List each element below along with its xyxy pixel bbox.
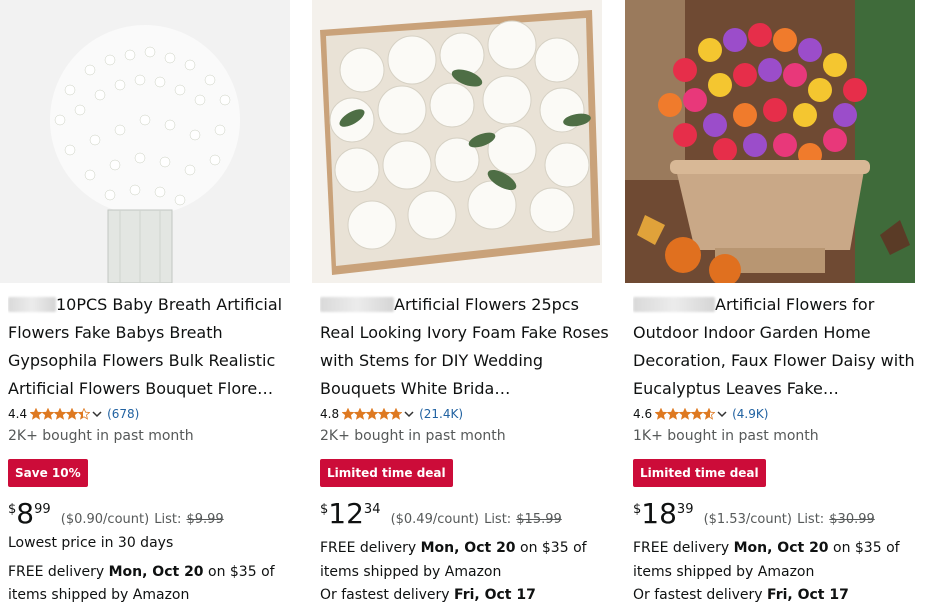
list-price: $9.99 bbox=[186, 512, 224, 527]
star-icon bbox=[691, 408, 704, 420]
price-fraction: 99 bbox=[34, 502, 51, 517]
star-icon bbox=[390, 408, 403, 420]
lowest-price-note: Lowest price in 30 days bbox=[8, 535, 174, 551]
list-label: List: bbox=[484, 512, 512, 527]
deal-badge: Limited time deal bbox=[320, 459, 453, 487]
price-whole: 8 bbox=[16, 497, 35, 530]
review-count-link[interactable]: (21.4K) bbox=[419, 407, 463, 421]
unit-price: ($0.49/count) bbox=[390, 512, 479, 527]
product-image[interactable] bbox=[0, 0, 290, 283]
star-rating[interactable] bbox=[655, 408, 716, 420]
price-symbol: $ bbox=[8, 502, 17, 517]
product-grid: 10PCS Baby Breath Artificial Flowers Fak… bbox=[0, 0, 936, 611]
fastest-delivery-line: Or fastest delivery Fri, Oct 17 bbox=[633, 587, 849, 603]
deal-badge: Limited time deal bbox=[633, 459, 766, 487]
list-price: $30.99 bbox=[829, 512, 875, 527]
rating-value: 4.6 bbox=[633, 407, 653, 421]
list-price: $15.99 bbox=[516, 512, 562, 527]
product-title[interactable]: Artificial Flowers for Outdoor Indoor Ga… bbox=[633, 291, 923, 403]
product-card[interactable]: Artificial Flowers 25pcs Real Looking Iv… bbox=[312, 0, 612, 611]
star-icon bbox=[354, 408, 367, 420]
star-icon bbox=[703, 408, 716, 420]
delivery-line-2: items shipped by Amazon bbox=[320, 564, 502, 580]
bought-count: 1K+ bought in past month bbox=[633, 428, 819, 444]
rating-value: 4.8 bbox=[320, 407, 340, 421]
product-title[interactable]: 10PCS Baby Breath Artificial Flowers Fak… bbox=[8, 291, 298, 403]
list-label: List: bbox=[797, 512, 825, 527]
product-image[interactable] bbox=[312, 0, 602, 283]
rating-row[interactable]: 4.4 (678) bbox=[8, 405, 139, 423]
star-icon bbox=[378, 408, 391, 420]
chevron-down-icon[interactable] bbox=[716, 408, 728, 420]
price-whole: 12 bbox=[328, 497, 364, 530]
price-symbol: $ bbox=[633, 502, 642, 517]
price-fraction: 39 bbox=[676, 502, 694, 517]
star-icon bbox=[78, 408, 91, 420]
bought-count: 2K+ bought in past month bbox=[320, 428, 506, 444]
deal-badge: Save 10% bbox=[8, 459, 88, 487]
fastest-delivery-line: Or fastest delivery Fri, Oct 17 bbox=[320, 587, 536, 603]
price-symbol: $ bbox=[320, 502, 329, 517]
star-icon bbox=[679, 408, 692, 420]
delivery-line-2: items shipped by Amazon bbox=[633, 564, 815, 580]
price-row[interactable]: $1234 ($0.49/count) List: $15.99 bbox=[320, 499, 562, 529]
star-icon bbox=[667, 408, 680, 420]
star-rating[interactable] bbox=[30, 408, 91, 420]
review-count-link[interactable]: (678) bbox=[107, 407, 139, 421]
star-icon bbox=[655, 408, 668, 420]
star-rating[interactable] bbox=[342, 408, 403, 420]
star-icon bbox=[342, 408, 355, 420]
product-image[interactable] bbox=[625, 0, 915, 283]
unit-price: ($1.53/count) bbox=[703, 512, 792, 527]
star-icon bbox=[54, 408, 67, 420]
list-label: List: bbox=[154, 512, 182, 527]
star-icon bbox=[42, 408, 55, 420]
product-title[interactable]: Artificial Flowers 25pcs Real Looking Iv… bbox=[320, 291, 610, 403]
delivery-line: FREE delivery Mon, Oct 20 on $35 of bbox=[320, 540, 587, 556]
rating-row[interactable]: 4.8 (21.4K) bbox=[320, 405, 463, 423]
delivery-line: FREE delivery Mon, Oct 20 on $35 of bbox=[633, 540, 900, 556]
rating-value: 4.4 bbox=[8, 407, 28, 421]
star-icon bbox=[66, 408, 79, 420]
price-fraction: 34 bbox=[363, 502, 381, 517]
bought-count: 2K+ bought in past month bbox=[8, 428, 194, 444]
price-whole: 18 bbox=[641, 497, 677, 530]
chevron-down-icon[interactable] bbox=[91, 408, 103, 420]
price-row[interactable]: $899 ($0.90/count) List: $9.99 bbox=[8, 499, 224, 529]
star-icon bbox=[30, 408, 43, 420]
star-icon bbox=[366, 408, 379, 420]
chevron-down-icon[interactable] bbox=[403, 408, 415, 420]
review-count-link[interactable]: (4.9K) bbox=[732, 407, 768, 421]
product-card[interactable]: Artificial Flowers for Outdoor Indoor Ga… bbox=[625, 0, 925, 611]
delivery-line-2: items shipped by Amazon bbox=[8, 587, 190, 603]
delivery-line: FREE delivery Mon, Oct 20 on $35 of bbox=[8, 564, 275, 580]
rating-row[interactable]: 4.6 (4.9K) bbox=[633, 405, 768, 423]
price-row[interactable]: $1839 ($1.53/count) List: $30.99 bbox=[633, 499, 875, 529]
product-card[interactable]: 10PCS Baby Breath Artificial Flowers Fak… bbox=[0, 0, 300, 611]
brand-name-redacted bbox=[8, 297, 56, 312]
brand-name-redacted bbox=[320, 297, 394, 312]
unit-price: ($0.90/count) bbox=[60, 512, 150, 527]
brand-name-redacted bbox=[633, 297, 715, 312]
